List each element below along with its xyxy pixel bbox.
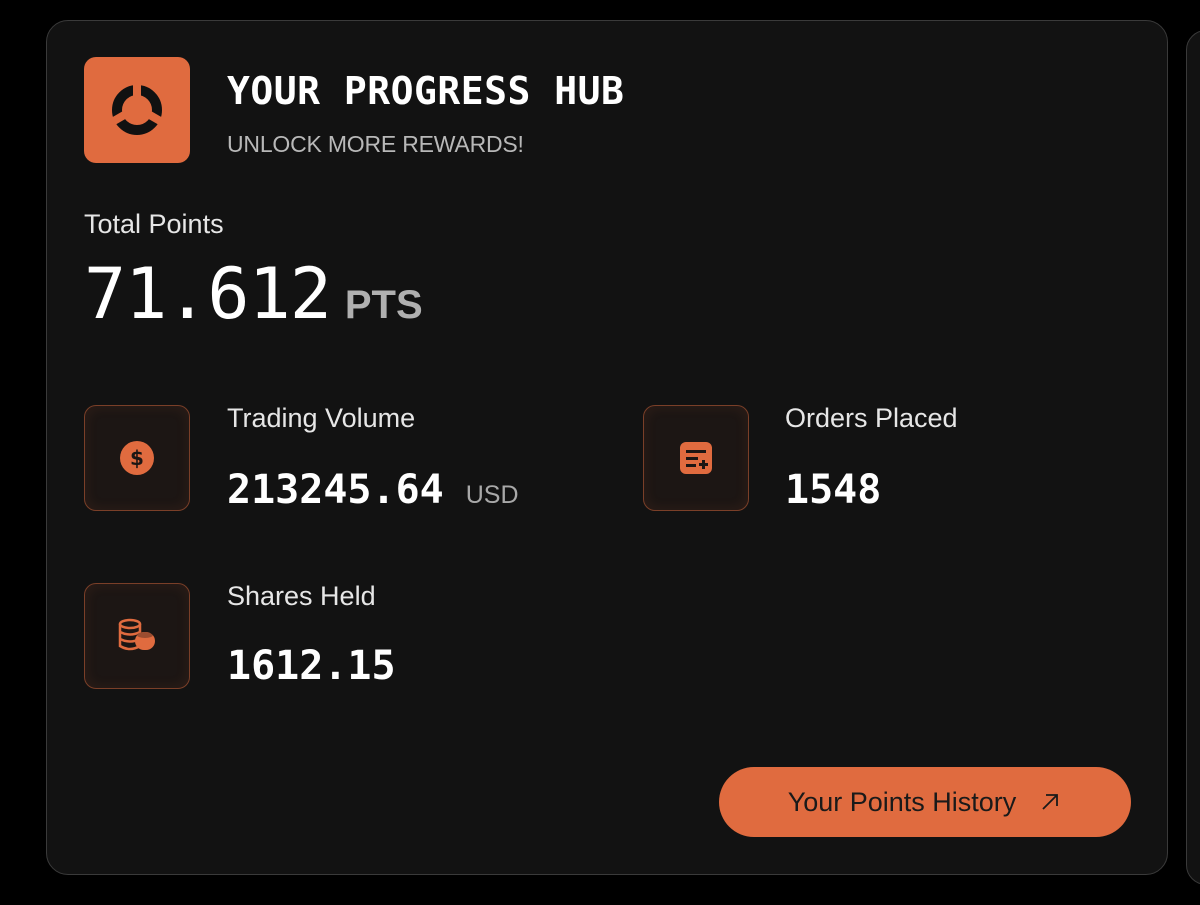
trading-volume-label: Trading Volume <box>227 403 416 433</box>
shares-held-number: 1612.15 <box>227 643 396 689</box>
trading-volume-number: 213245.64 <box>227 467 444 513</box>
total-points-unit: PTS <box>344 283 423 327</box>
orders-placed-value: 1548 <box>785 467 881 513</box>
points-history-button[interactable]: Your Points History <box>719 767 1131 837</box>
trading-volume-unit: USD <box>465 481 519 509</box>
shares-held-value: 1612.15 <box>227 643 396 689</box>
adjacent-card-edge <box>1186 30 1200 885</box>
total-points-label: Total Points <box>84 209 224 239</box>
progress-hub-card: YOUR PROGRESS HUB UNLOCK MORE REWARDS! T… <box>46 20 1168 875</box>
arrow-up-right-icon <box>1042 794 1059 810</box>
order-list-add-icon <box>680 442 712 474</box>
trading-volume-value: 213245.64 USD <box>227 467 519 513</box>
svg-text:$: $ <box>130 446 144 470</box>
points-history-label: Your Points History <box>787 786 1017 817</box>
page-title: YOUR PROGRESS HUB <box>227 69 625 113</box>
shares-held-icon-box <box>84 583 190 689</box>
total-points-number: 71.612 <box>84 253 332 335</box>
dollar-coin-icon: $ <box>120 441 154 475</box>
trading-volume-icon-box: $ <box>84 405 190 511</box>
total-points-value: 71.612 PTS <box>84 253 423 335</box>
orders-placed-icon-box <box>643 405 749 511</box>
segmented-ring-icon <box>110 83 164 135</box>
shares-held-label: Shares Held <box>227 581 376 611</box>
orders-placed-number: 1548 <box>785 467 882 513</box>
hub-logo <box>84 57 190 163</box>
orders-placed-label: Orders Placed <box>785 403 958 433</box>
coin-stack-icon <box>118 618 155 651</box>
page-subtitle: UNLOCK MORE REWARDS! <box>227 131 524 157</box>
